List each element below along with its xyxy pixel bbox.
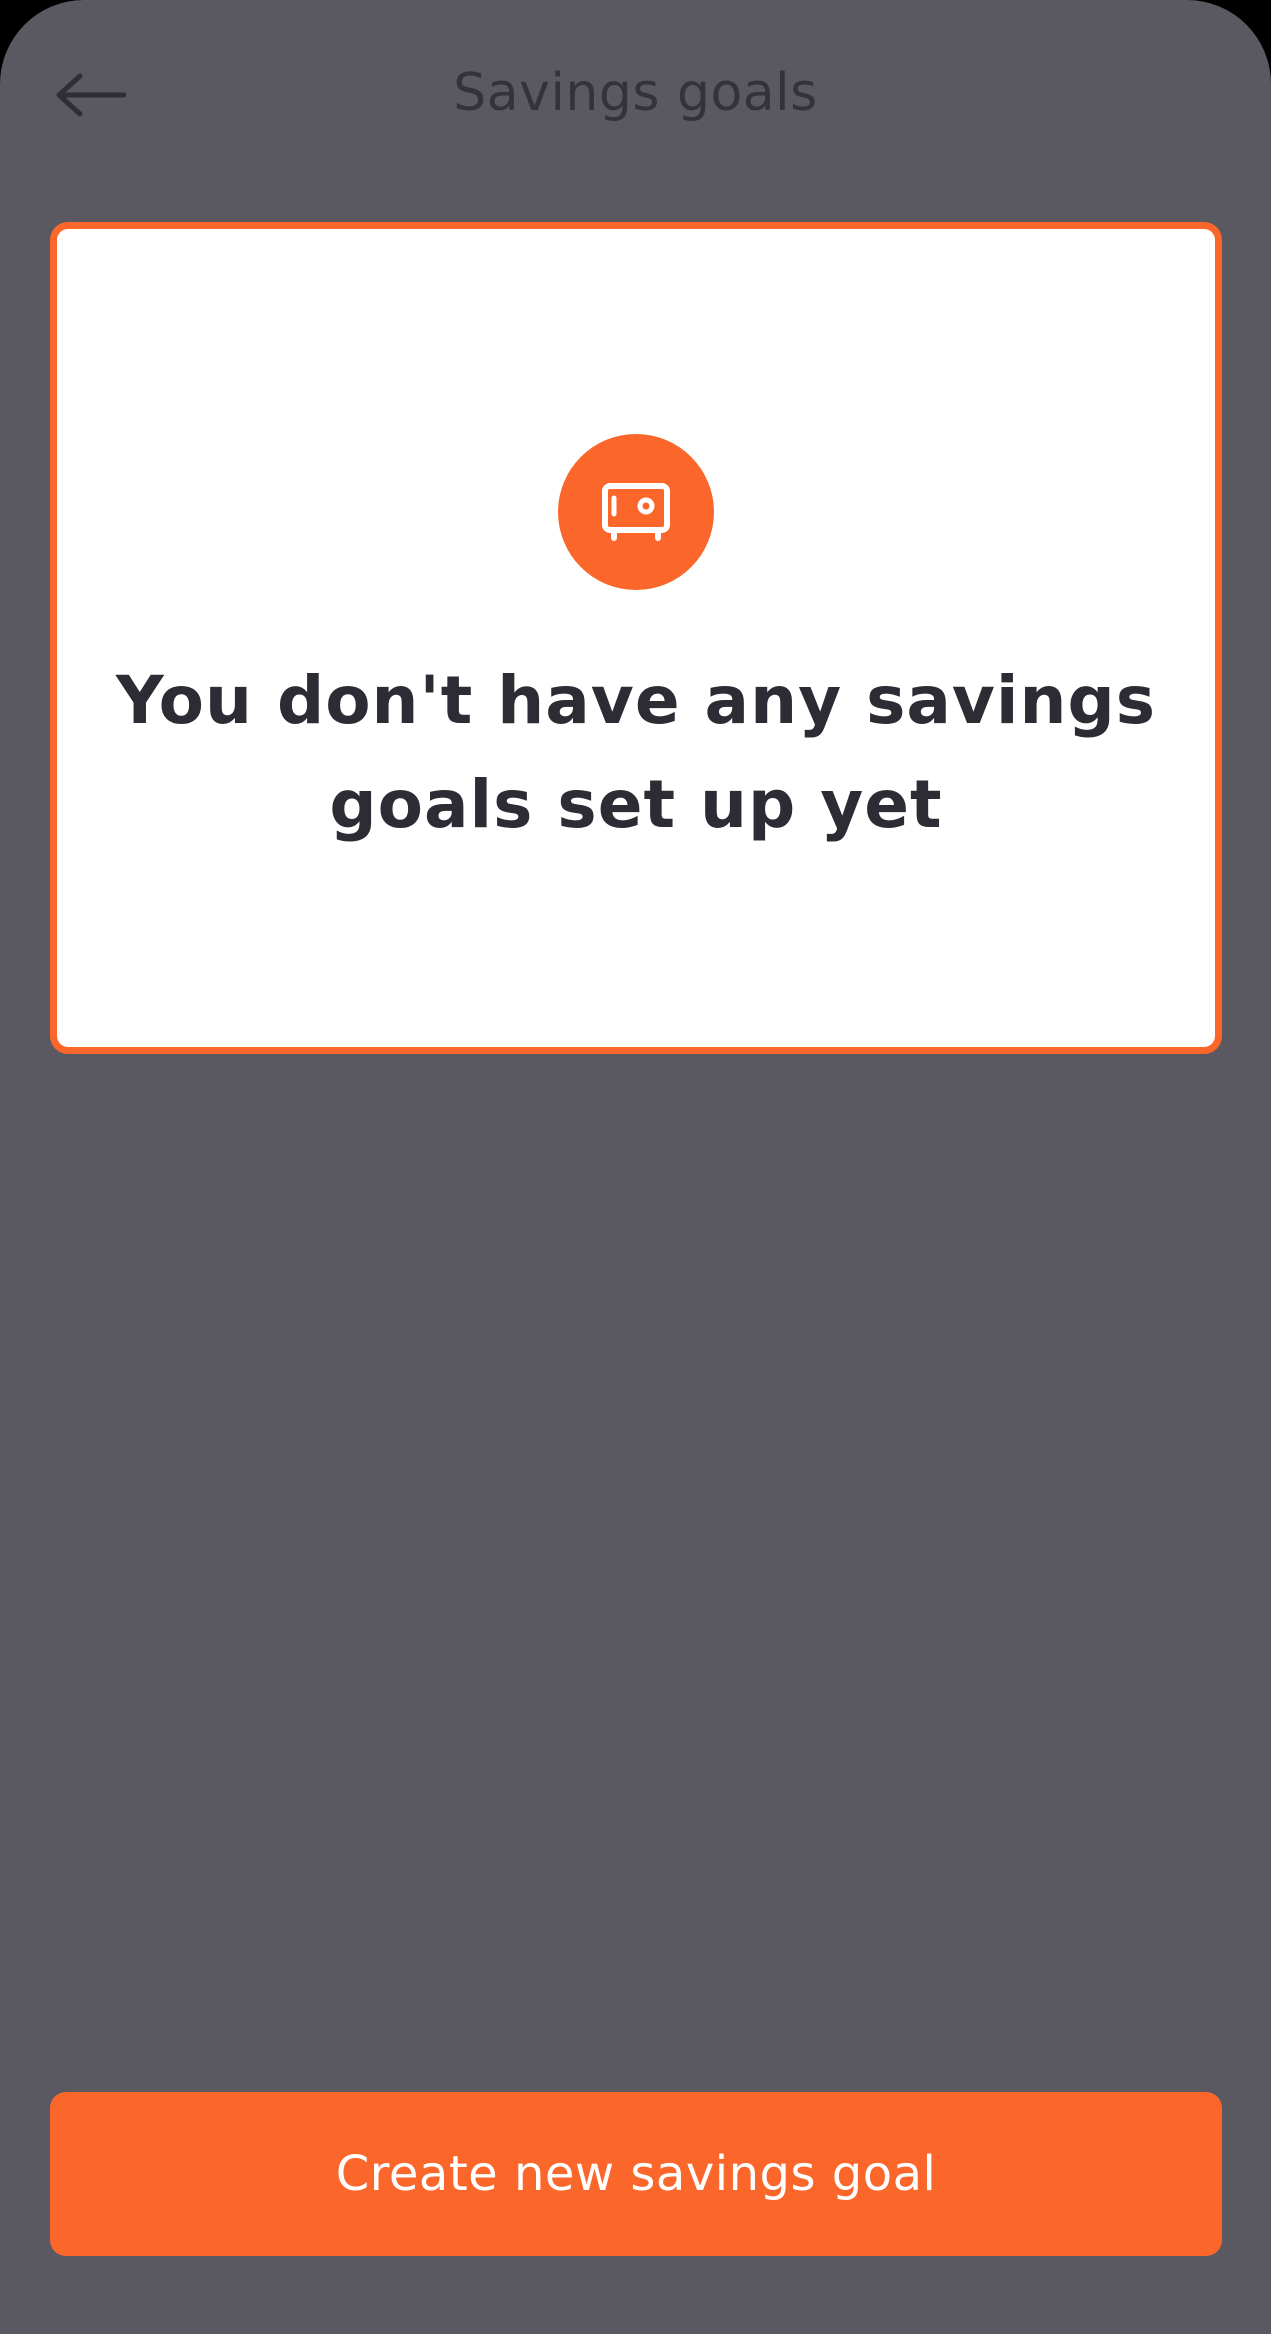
empty-state-card: You don't have any savings goals set up … (50, 222, 1222, 1054)
empty-state-message: You don't have any savings goals set up … (115, 662, 1157, 843)
safe-icon-badge (558, 434, 714, 590)
create-savings-goal-button[interactable]: Create new savings goal (50, 2092, 1222, 2256)
bottom-action-bar: Create new savings goal (0, 2044, 1271, 2334)
top-bar: Savings goals (0, 0, 1271, 190)
create-savings-goal-label: Create new savings goal (335, 2146, 937, 2202)
page-title: Savings goals (453, 63, 818, 123)
safe-icon (602, 483, 670, 541)
app-screen: Savings goals You don't have any savings… (0, 0, 1271, 2334)
